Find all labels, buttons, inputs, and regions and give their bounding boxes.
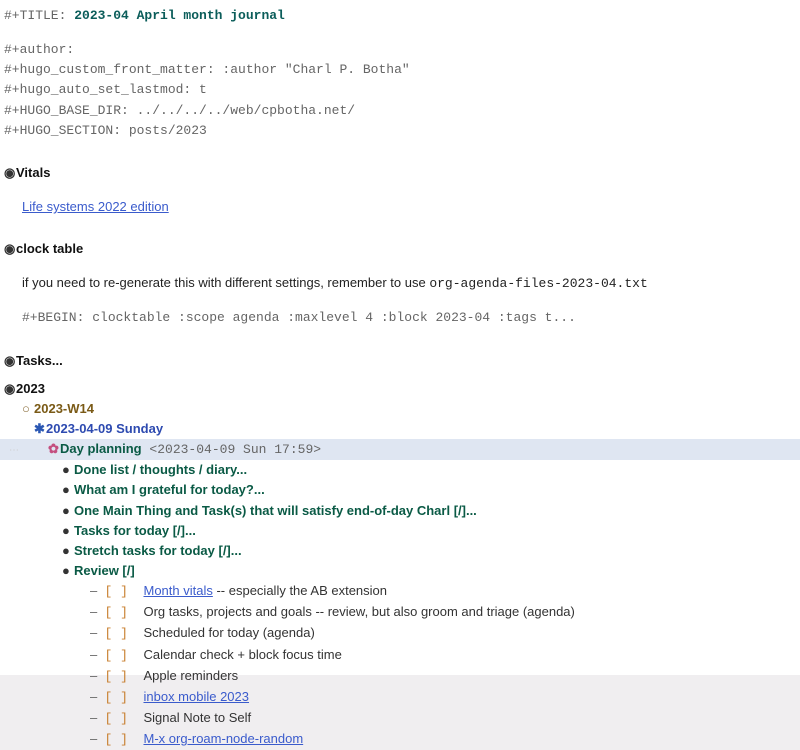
editor-viewport: #+TITLE: 2023-04 April month journal #+a… — [0, 0, 800, 675]
title-keyword: #+TITLE: — [4, 8, 74, 23]
review-link[interactable]: M-x org-roam-node-random — [143, 731, 303, 746]
list-item: – [ ] inbox mobile 2023 — [4, 687, 796, 708]
dash-icon: – — [90, 604, 104, 619]
list-item: – [ ] Scheduled for today (agenda) — [4, 623, 796, 644]
list-item: – [ ] Month vitals -- especially the AB … — [4, 581, 796, 602]
clock-begin-line: #+BEGIN: clocktable :scope agenda :maxle… — [4, 308, 796, 328]
title-value: 2023-04 April month journal — [74, 8, 285, 23]
dot-icon: ● — [62, 501, 74, 521]
subhead-grateful[interactable]: ●What am I grateful for today?... — [4, 480, 796, 500]
subhead-tasks-today[interactable]: ●Tasks for today [/]... — [4, 521, 796, 541]
list-item: – [ ] M-x org-roam-node-random — [4, 729, 796, 750]
checkbox[interactable]: [ ] — [104, 690, 143, 705]
dot-icon: ● — [62, 521, 74, 541]
subhead-done[interactable]: ●Done list / thoughts / diary... — [4, 460, 796, 480]
heading-date[interactable]: ✱2023-04-09 Sunday — [4, 419, 796, 439]
bullet-icon: ◉ — [4, 163, 16, 183]
dot-icon: ● — [62, 561, 74, 581]
checkbox[interactable]: [ ] — [104, 605, 143, 620]
heading-vitals[interactable]: ◉Vitals — [4, 163, 796, 183]
list-item: – [ ] Signal Note to Self — [4, 708, 796, 729]
subhead-review[interactable]: ●Review [/] — [4, 561, 796, 581]
heading-day-planning[interactable]: ⋯✿Day planning <2023-04-09 Sun 17:59> — [0, 439, 800, 460]
dot-icon: ● — [62, 480, 74, 500]
vitals-link-line: Life systems 2022 edition — [4, 197, 796, 217]
fold-indicator-icon[interactable]: ⋯ — [4, 443, 24, 459]
flower-icon: ✿ — [48, 439, 60, 459]
dash-icon: – — [90, 583, 104, 598]
list-item: – [ ] Calendar check + block focus time — [4, 645, 796, 666]
dot-icon: ● — [62, 460, 74, 480]
dash-icon: – — [90, 731, 104, 746]
checkbox[interactable]: [ ] — [104, 648, 143, 663]
dash-icon: – — [90, 625, 104, 640]
checkbox[interactable]: [ ] — [104, 732, 143, 747]
subhead-one-main[interactable]: ●One Main Thing and Task(s) that will sa… — [4, 501, 796, 521]
hugo-base-line: #+HUGO_BASE_DIR: ../../../../web/cpbotha… — [4, 101, 796, 121]
hugo-section-line: #+HUGO_SECTION: posts/2023 — [4, 121, 796, 141]
life-systems-link[interactable]: Life systems 2022 edition — [22, 199, 169, 214]
heading-week[interactable]: ○2023-W14 — [4, 399, 796, 419]
review-list: – [ ] Month vitals -- especially the AB … — [4, 581, 796, 750]
review-text: Apple reminders — [143, 668, 238, 683]
heading-clocktable[interactable]: ◉clock table — [4, 239, 796, 259]
dash-icon: – — [90, 710, 104, 725]
author-line: #+author: — [4, 40, 796, 60]
bullet-icon: ◉ — [4, 351, 16, 371]
hugo-lastmod-line: #+hugo_auto_set_lastmod: t — [4, 80, 796, 100]
heading-year[interactable]: ◉2023 — [4, 379, 796, 399]
review-link[interactable]: inbox mobile 2023 — [143, 689, 249, 704]
review-text: Org tasks, projects and goals -- review,… — [143, 604, 574, 619]
dash-icon: – — [90, 668, 104, 683]
bullet-icon: ◉ — [4, 379, 16, 399]
dash-icon: – — [90, 689, 104, 704]
review-text: Calendar check + block focus time — [143, 647, 341, 662]
list-item: – [ ] Apple reminders — [4, 666, 796, 687]
review-text: Signal Note to Self — [143, 710, 251, 725]
hugo-custom-line: #+hugo_custom_front_matter: :author "Cha… — [4, 60, 796, 80]
dash-icon: – — [90, 647, 104, 662]
checkbox[interactable]: [ ] — [104, 584, 143, 599]
checkbox[interactable]: [ ] — [104, 711, 143, 726]
review-text: -- especially the AB extension — [213, 583, 387, 598]
list-item: – [ ] Org tasks, projects and goals -- r… — [4, 602, 796, 623]
title-line: #+TITLE: 2023-04 April month journal — [4, 6, 796, 26]
dot-icon: ● — [62, 541, 74, 561]
checkbox[interactable]: [ ] — [104, 626, 143, 641]
open-circle-icon: ○ — [22, 399, 34, 419]
review-text: Scheduled for today (agenda) — [143, 625, 314, 640]
review-link[interactable]: Month vitals — [143, 583, 212, 598]
heading-tasks[interactable]: ◉Tasks... — [4, 351, 796, 371]
clock-note: if you need to re-generate this with dif… — [4, 273, 796, 294]
bullet-icon: ◉ — [4, 239, 16, 259]
checkbox[interactable]: [ ] — [104, 669, 143, 684]
asterisk-icon: ✱ — [34, 419, 46, 439]
subhead-stretch[interactable]: ●Stretch tasks for today [/]... — [4, 541, 796, 561]
timestamp: <2023-04-09 Sun 17:59> — [142, 442, 321, 457]
